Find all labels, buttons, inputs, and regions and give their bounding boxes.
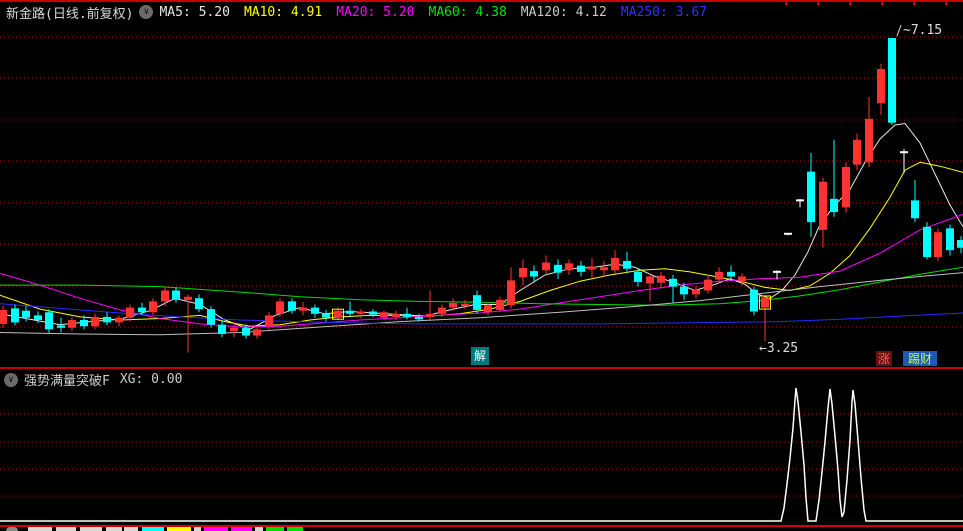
indicator-bar: ∨ 强势满量突破F XG: 0.00 <box>0 370 963 389</box>
header-bar: 新金路(日线.前复权) ∨ MA5: 5.20 MA10: 4.91 MA20:… <box>0 2 963 22</box>
bottom-clipped-labels <box>0 527 963 531</box>
clipped-text-segment <box>287 527 303 531</box>
clipped-text-segment <box>124 527 138 531</box>
low-price-label: ←3.25 <box>759 341 799 356</box>
collapse-sub-button[interactable]: ∨ <box>4 372 18 387</box>
clipped-text-segment <box>194 527 201 531</box>
chevron-down-icon: ∨ <box>8 374 14 385</box>
ma120-label: MA120: 4.12 <box>520 4 607 20</box>
clipped-text-segment <box>106 527 122 531</box>
stock-title: 新金路(日线.前复权) <box>6 6 134 22</box>
clipped-text-segment <box>167 527 191 531</box>
clipped-text-segment <box>28 527 52 531</box>
clipped-text-segment <box>255 527 263 531</box>
ma10-label: MA10: 4.91 <box>243 4 323 20</box>
clipped-text-segment <box>266 527 284 531</box>
jie-marker-badge[interactable]: 解 <box>471 347 489 365</box>
chevron-down-icon: ∨ <box>143 7 150 17</box>
ma250-label: MA250: 3.67 <box>620 4 707 20</box>
indicator-value: XG: 0.00 <box>119 372 183 387</box>
clipped-text-segment <box>231 527 252 531</box>
clipped-text-segment <box>56 527 76 531</box>
ma-legend: MA5: 5.20 MA10: 4.91 MA20: 5.20 MA60: 4.… <box>159 5 706 20</box>
clipped-text-segment <box>80 527 102 531</box>
collapse-main-button[interactable]: ∨ <box>139 5 154 19</box>
clipped-text-segment <box>204 527 228 531</box>
indicator-name: 强势满量突破F <box>24 374 110 389</box>
panel-divider <box>0 367 963 369</box>
ma5-label: MA5: 5.20 <box>159 4 230 20</box>
zhang-badge[interactable]: 涨 <box>876 351 892 366</box>
chart-canvas[interactable] <box>0 0 963 531</box>
high-price-label: ~7.15 <box>903 23 943 38</box>
ma20-label: MA20: 5.20 <box>336 4 415 20</box>
tdx-chart-window: 新金路(日线.前复权) ∨ MA5: 5.20 MA10: 4.91 MA20:… <box>0 0 963 531</box>
ticai-badge[interactable]: 踢财 <box>903 351 937 366</box>
clipped-text-segment <box>142 527 164 531</box>
ma60-label: MA60: 4.38 <box>428 4 507 20</box>
